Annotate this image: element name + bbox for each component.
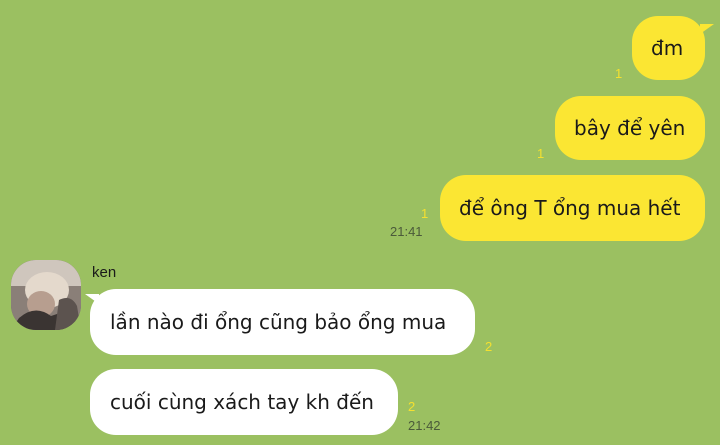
unread-count: 1	[537, 146, 545, 161]
unread-count: 1	[615, 66, 623, 81]
message-text: đm	[651, 36, 684, 60]
sender-name: ken	[92, 264, 117, 281]
sender-avatar[interactable]	[11, 260, 81, 330]
outgoing-message[interactable]: bây để yên	[555, 96, 705, 160]
message-text: để ông T ổng mua hết	[459, 196, 681, 220]
incoming-message[interactable]: lần nào đi ổng cũng bảo ổng mua	[90, 289, 475, 355]
outgoing-message[interactable]: đm	[632, 16, 705, 80]
message-timestamp: 21:42	[408, 418, 441, 433]
outgoing-message[interactable]: để ông T ổng mua hết	[440, 175, 705, 241]
unread-count: 2	[485, 339, 493, 354]
message-timestamp: 21:41	[390, 224, 423, 239]
message-text: lần nào đi ổng cũng bảo ổng mua	[110, 310, 447, 334]
user-photo-avatar-icon	[11, 260, 81, 330]
bubble-tail	[85, 294, 99, 304]
message-text: cuối cùng xách tay kh đến	[110, 390, 374, 414]
incoming-message[interactable]: cuối cùng xách tay kh đến	[90, 369, 398, 435]
unread-count: 1	[421, 206, 429, 221]
bubble-tail	[700, 24, 714, 34]
unread-count: 2	[408, 399, 416, 414]
message-text: bây để yên	[574, 116, 686, 140]
